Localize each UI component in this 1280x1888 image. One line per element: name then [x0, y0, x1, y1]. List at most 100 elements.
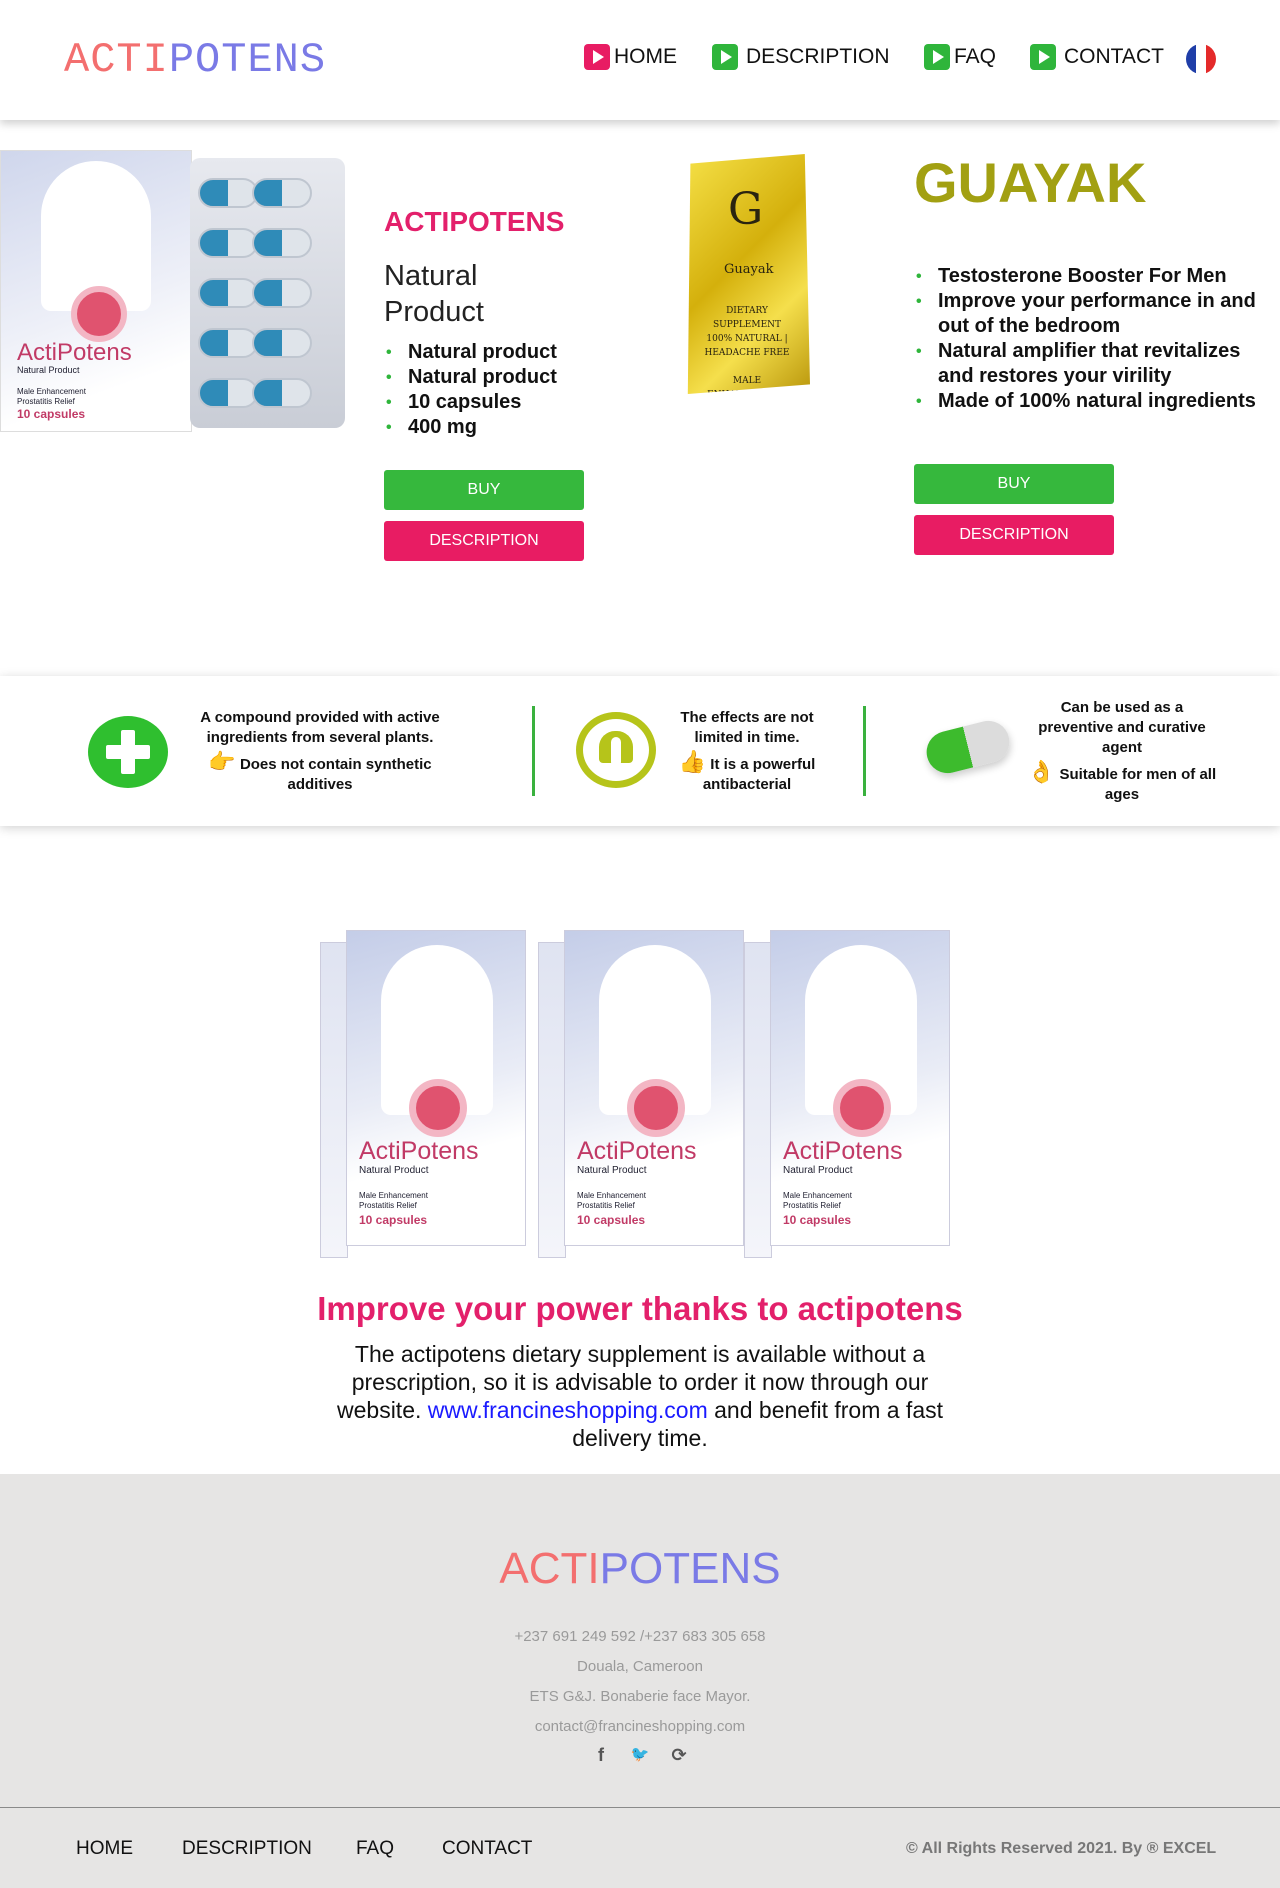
box-front: ActiPotens Natural Product Male Enhancem…	[564, 930, 744, 1246]
site-logo[interactable]: ACTIPOTENS	[64, 36, 326, 84]
product2-description-button[interactable]: DESCRIPTION	[914, 515, 1114, 555]
footer-nav-home[interactable]: HOME	[76, 1838, 133, 1860]
capsule-icon	[198, 228, 258, 258]
capsule-icon	[198, 378, 258, 408]
capsule-icon	[198, 278, 258, 308]
hero-title: Improve your power thanks to actipotens	[317, 1290, 963, 1327]
box-subtitle: Natural Product	[577, 1165, 647, 1176]
footer-logo[interactable]: ACTIPOTENS	[0, 1544, 1280, 1594]
box-capsules: 10 capsules	[359, 1213, 428, 1227]
logo-part-potens: POTENS	[599, 1544, 781, 1593]
french-flag-icon[interactable]	[1186, 44, 1216, 74]
product1-buy-button[interactable]: BUY	[384, 470, 584, 510]
sachet-letter: G	[728, 184, 764, 235]
box-brand: ActiPotens	[577, 1137, 697, 1165]
footer-city: Douala, Cameroon	[577, 1658, 703, 1675]
play-icon	[584, 44, 610, 70]
footer-email[interactable]: contact@francineshopping.com	[0, 1718, 1280, 1735]
box-label: Male Enhancement Prostatitis Relief	[359, 1191, 428, 1210]
features-band: A compound provided with active ingredie…	[0, 676, 1280, 826]
footer-phones: +237 691 249 592 /+237 683 305 658	[514, 1628, 766, 1645]
male-symbol-icon	[833, 1079, 891, 1137]
list-item: Natural amplifier that revitalizes and r…	[914, 339, 1274, 389]
site-footer: ACTIPOTENS +237 691 249 592 /+237 683 30…	[0, 1474, 1280, 1888]
play-icon	[712, 44, 738, 70]
list-item: 400 mg	[384, 415, 557, 440]
logo-part-potens: POTENS	[168, 36, 327, 84]
box-side	[538, 942, 566, 1258]
product-box: ActiPotens Natural Product Male Enhancem…	[320, 930, 530, 1260]
divider	[863, 706, 866, 796]
list-item: Testosterone Booster For Men	[914, 264, 1274, 289]
nav-contact-label: CONTACT	[1064, 45, 1164, 68]
product2-bullets: Testosterone Booster For Men Improve you…	[914, 264, 1274, 414]
box-front: ActiPotens Natural Product Male Enhancem…	[770, 930, 950, 1246]
capsule-icon	[252, 278, 312, 308]
feature-1-sub: 👉 Does not contain synthetic additives	[190, 749, 450, 795]
box-label: Male Enhancement Prostatitis Relief	[577, 1191, 646, 1210]
product1-description-button[interactable]: DESCRIPTION	[384, 521, 584, 561]
box-brand: ActiPotens	[17, 339, 132, 366]
thumbs-up-icon: 👍	[678, 749, 707, 774]
ok-hand-icon: 👌	[1027, 759, 1056, 784]
site-header: ACTIPOTENS HOME DESCRIPTION FAQ CONTACT	[0, 0, 1280, 120]
nav-description[interactable]: DESCRIPTION	[712, 44, 890, 70]
logo-part-acti: ACTI	[64, 36, 169, 84]
capsule-icon	[252, 378, 312, 408]
nav-faq[interactable]: FAQ	[924, 44, 996, 70]
actipotens-product-image: ActiPotens Natural Product Male Enhancem…	[0, 150, 345, 432]
box-label: Male Enhancement Prostatitis Relief	[783, 1191, 852, 1210]
box-label: Male Enhancement Prostatitis Relief	[17, 387, 86, 406]
divider	[532, 706, 535, 796]
product1-bullets: Natural product Natural product 10 capsu…	[384, 340, 557, 440]
list-item: Natural product	[384, 365, 557, 390]
sachet-name: Guayak	[724, 262, 774, 277]
product2-buy-button[interactable]: BUY	[914, 464, 1114, 504]
product-boxes-image: ActiPotens Natural Product Male Enhancem…	[320, 930, 960, 1260]
list-item: Improve your performance in and out of t…	[914, 289, 1274, 339]
nav-home[interactable]: HOME	[584, 44, 677, 70]
male-symbol-icon	[627, 1079, 685, 1137]
box-brand: ActiPotens	[783, 1137, 903, 1165]
male-symbol-icon	[71, 286, 127, 342]
feature-1-text: A compound provided with active ingredie…	[190, 708, 450, 795]
footer-nav-contact[interactable]: CONTACT	[442, 1838, 532, 1860]
facebook-icon[interactable]: f	[590, 1744, 612, 1766]
play-icon	[924, 44, 950, 70]
box-side	[744, 942, 772, 1258]
capsule-icon	[252, 328, 312, 358]
twitter-icon[interactable]: 🐦	[629, 1744, 651, 1766]
list-item: Natural product	[384, 340, 557, 365]
product-box: ActiPotens Natural Product Male Enhancem…	[538, 930, 748, 1260]
box-capsules: 10 capsules	[783, 1213, 852, 1227]
nav-contact[interactable]: CONTACT	[1030, 44, 1164, 70]
box-subtitle: Natural Product	[17, 365, 80, 375]
feature-2-sub: 👍 It is a powerful antibacterial	[672, 749, 822, 795]
heart-person-icon	[576, 712, 656, 788]
hero-body: The actipotens dietary supplement is ava…	[312, 1340, 968, 1452]
logo-part-acti: ACTI	[499, 1544, 600, 1593]
website-link[interactable]: www.francineshopping.com	[428, 1397, 708, 1423]
product1-title: ACTIPOTENS	[384, 206, 565, 237]
sachet-text: DIETARY SUPPLEMENT 100% NATURAL | HEADAC…	[704, 306, 790, 400]
footer-nav-description[interactable]: DESCRIPTION	[182, 1838, 312, 1860]
footer-divider	[0, 1807, 1280, 1808]
feature-1-sub-text: Does not contain synthetic additives	[239, 756, 432, 793]
footer-nav-faq[interactable]: FAQ	[356, 1838, 394, 1860]
pointing-hand-icon: 👉	[208, 749, 236, 774]
footer-address: ETS G&J. Bonaberie face Mayor.	[529, 1688, 751, 1705]
play-icon	[1030, 44, 1056, 70]
box-side	[320, 942, 348, 1258]
share-icon[interactable]: ⟳	[668, 1744, 690, 1766]
nav-home-label: HOME	[614, 45, 677, 68]
box-subtitle: Natural Product	[359, 1165, 429, 1176]
feature-2-main: The effects are not limited in time.	[680, 709, 814, 746]
box-capsules: 10 capsules	[577, 1213, 646, 1227]
nav-description-label: DESCRIPTION	[746, 45, 890, 68]
nav-faq-label: FAQ	[954, 45, 997, 68]
product1-subtitle: Natural Product	[384, 260, 484, 328]
capsule-icon	[922, 716, 1014, 778]
feature-2-text: The effects are not limited in time. 👍 I…	[672, 708, 822, 795]
list-item: Made of 100% natural ingredients	[914, 389, 1274, 414]
feature-3-text: Can be used as a preventive and curative…	[1024, 698, 1220, 805]
